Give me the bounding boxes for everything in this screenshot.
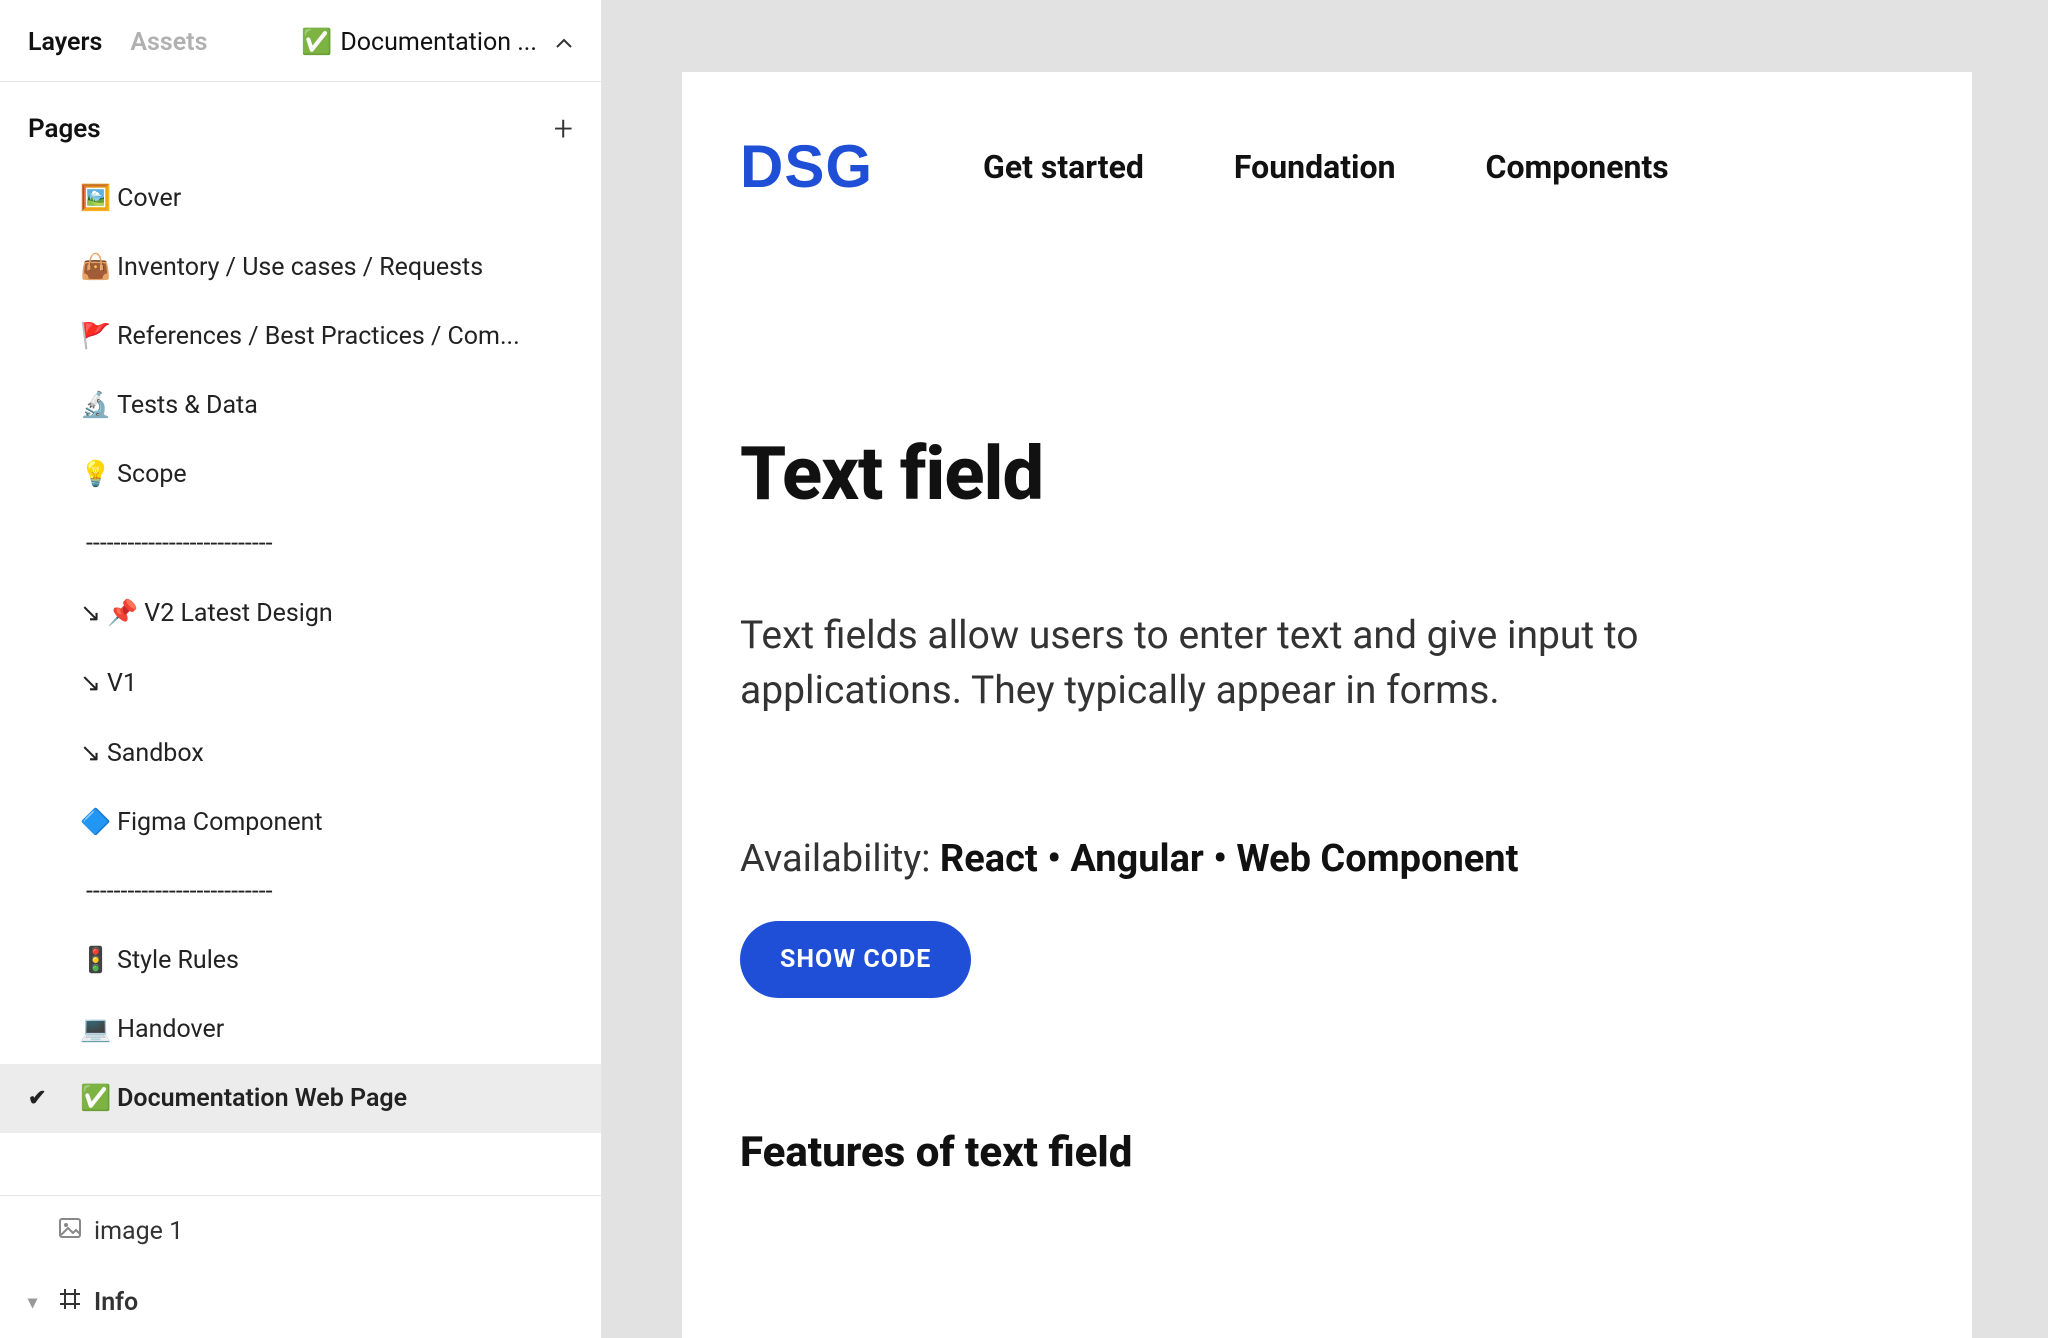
- checkmark-icon: ✅: [301, 28, 332, 57]
- frame-icon: [58, 1287, 82, 1318]
- sidebar-page-item[interactable]: 🚦Style Rules: [0, 926, 601, 995]
- sidebar-page-item[interactable]: ↘ 📌V2 Latest Design: [0, 578, 601, 648]
- page-emoji-icon: ✅: [80, 1084, 111, 1113]
- page-emoji-icon: 💻: [80, 1015, 111, 1044]
- nav-link-components[interactable]: Components: [1486, 148, 1669, 186]
- sidebar-tabs: Layers Assets ✅ Documentation ...: [0, 0, 601, 82]
- page-emoji-icon: ↘ 📌: [80, 598, 138, 628]
- page-selector-label: Documentation ...: [340, 28, 537, 57]
- page-selector[interactable]: ✅ Documentation ...: [301, 28, 573, 57]
- section-heading-features: Features of text field: [740, 1128, 1914, 1177]
- page-item-label: Style Rules: [117, 946, 239, 975]
- page-item-label: Figma Component: [117, 808, 322, 837]
- pages-list: 🖼️Cover👜Inventory / Use cases / Requests…: [0, 164, 601, 1195]
- page-emoji-icon: 💡: [80, 460, 111, 489]
- page-emoji-icon: 🚦: [80, 946, 111, 975]
- availability-label: Availability:: [740, 837, 940, 881]
- availability-line: Availability: React • Angular • Web Comp…: [740, 837, 1914, 881]
- pages-header: Pages +: [0, 82, 601, 164]
- sidebar-page-item[interactable]: 👜Inventory / Use cases / Requests: [0, 233, 601, 302]
- canvas[interactable]: DSG Get started Foundation Components Te…: [602, 0, 2048, 1338]
- show-code-button[interactable]: SHOW CODE: [740, 921, 971, 998]
- documentation-frame[interactable]: DSG Get started Foundation Components Te…: [682, 72, 1972, 1338]
- chevron-up-icon: [555, 34, 573, 52]
- page-item-label: Handover: [117, 1015, 224, 1044]
- sidebar-page-item[interactable]: ✔ ✅Documentation Web Page: [0, 1064, 601, 1133]
- layer-tree: image 1 ▾ Info: [0, 1195, 601, 1338]
- sidebar-page-item[interactable]: 💡Scope: [0, 440, 601, 509]
- page-emoji-icon: 🖼️: [80, 184, 111, 213]
- layer-label: image 1: [94, 1217, 183, 1246]
- page-emoji-icon: 🔬: [80, 391, 111, 420]
- sidebar-page-item[interactable]: 💻Handover: [0, 995, 601, 1064]
- nav-link-foundation[interactable]: Foundation: [1234, 148, 1396, 186]
- tab-layers[interactable]: Layers: [28, 28, 102, 57]
- check-icon: ✔: [28, 1086, 46, 1111]
- page-item-label: V1: [107, 669, 137, 698]
- nav-link-get-started[interactable]: Get started: [983, 148, 1144, 186]
- sidebar-page-item[interactable]: 🔷Figma Component: [0, 788, 601, 857]
- pages-title: Pages: [28, 114, 101, 144]
- page-item-label: Inventory / Use cases / Requests: [117, 253, 483, 282]
- caret-icon: ▾: [28, 1292, 46, 1313]
- page-emoji-icon: 🚩: [80, 322, 111, 351]
- page-emoji-icon: ↘: [80, 668, 101, 698]
- sidebar-page-item[interactable]: ---------------------------: [0, 509, 601, 578]
- page-emoji-icon: 🔷: [80, 808, 111, 837]
- page-item-label: Sandbox: [107, 739, 204, 768]
- doc-logo: DSG: [740, 132, 873, 201]
- tab-assets[interactable]: Assets: [130, 28, 207, 57]
- page-item-label: Documentation Web Page: [117, 1084, 407, 1113]
- layer-image[interactable]: image 1: [0, 1196, 601, 1267]
- page-item-label: Scope: [117, 460, 186, 489]
- page-item-label: Tests & Data: [117, 391, 258, 420]
- page-item-label: V2 Latest Design: [144, 599, 332, 628]
- page-item-label: References / Best Practices / Com...: [117, 322, 520, 351]
- sidebar-page-item[interactable]: 🔬Tests & Data: [0, 371, 601, 440]
- page-item-label: Cover: [117, 184, 181, 213]
- page-description: Text fields allow users to enter text an…: [740, 608, 1720, 717]
- page-item-label: ---------------------------: [86, 529, 273, 558]
- sidebar-page-item[interactable]: ↘V1: [0, 648, 601, 718]
- layer-frame[interactable]: ▾ Info: [0, 1267, 601, 1338]
- page-item-label: ---------------------------: [86, 877, 273, 906]
- page-emoji-icon: ↘: [80, 738, 101, 768]
- page-title: Text field: [740, 431, 1914, 518]
- doc-nav-links: Get started Foundation Components: [983, 148, 1669, 186]
- layer-label: Info: [94, 1288, 138, 1317]
- sidebar-page-item[interactable]: ---------------------------: [0, 857, 601, 926]
- image-icon: [58, 1216, 82, 1247]
- page-emoji-icon: 👜: [80, 253, 111, 282]
- left-sidebar: Layers Assets ✅ Documentation ... Pages …: [0, 0, 602, 1338]
- sidebar-page-item[interactable]: 🚩References / Best Practices / Com...: [0, 302, 601, 371]
- availability-value: React • Angular • Web Component: [940, 837, 1519, 881]
- doc-nav: DSG Get started Foundation Components: [740, 132, 1914, 201]
- add-page-button[interactable]: +: [554, 112, 573, 146]
- sidebar-page-item[interactable]: 🖼️Cover: [0, 164, 601, 233]
- sidebar-page-item[interactable]: ↘Sandbox: [0, 718, 601, 788]
